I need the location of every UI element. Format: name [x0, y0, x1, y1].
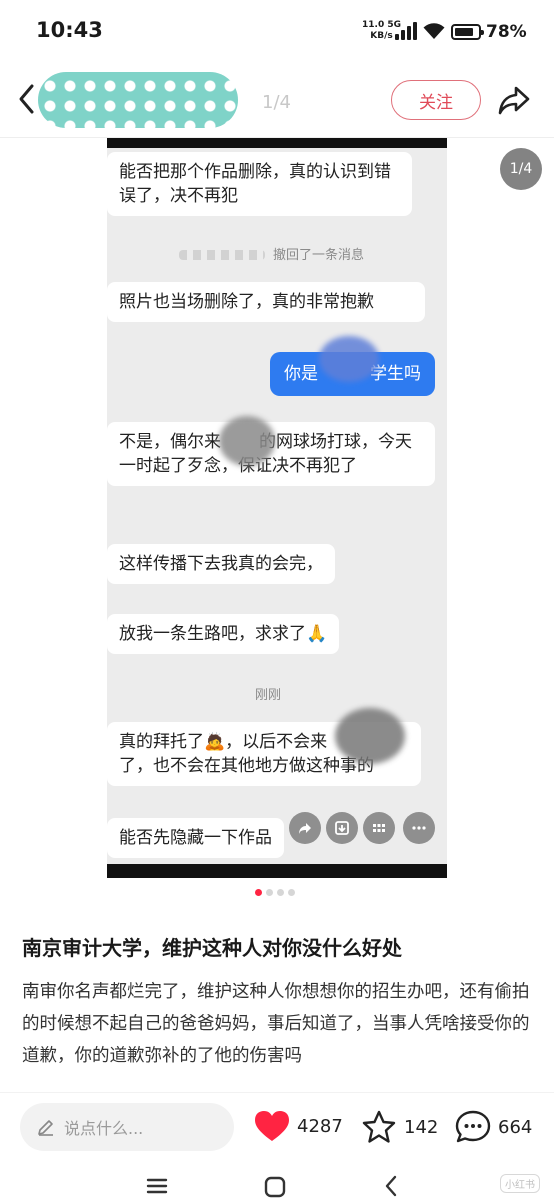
chat-bubble: 放我一条生路吧，求求了🙏: [107, 614, 340, 654]
signal-icon: [395, 22, 417, 40]
note-header: 1/4 关注: [0, 64, 554, 138]
time-label: 刚刚: [255, 688, 282, 703]
image-border-bottom: [107, 864, 447, 878]
forward-icon[interactable]: [289, 812, 321, 844]
watermark-logo: 小红书: [500, 1174, 540, 1193]
carousel-dots: [255, 889, 299, 897]
chat-bubble: 能否把那个作品删除，真的认识到错误了，决不再犯: [107, 152, 412, 216]
battery-percent: 78%: [486, 22, 527, 42]
redaction-scribble: [335, 708, 405, 764]
comment-placeholder: 说点什么...: [64, 1119, 144, 1138]
note-image[interactable]: 能否把那个作品删除，真的认识到错误了，决不再犯 撤回了一条消息 照片也当场删除了…: [107, 138, 447, 878]
like-count: 4287: [297, 1115, 343, 1137]
more-icon[interactable]: [403, 812, 435, 844]
back-icon[interactable]: [14, 82, 40, 116]
post-body: 南审你名声都烂完了，维护这种人你想想你的招生办吧，还有偷拍的时候想不起自己的爸爸…: [22, 982, 530, 1066]
carousel-dot: [266, 889, 273, 896]
star-icon: [362, 1110, 396, 1143]
like-button[interactable]: 4287: [253, 1109, 343, 1143]
menu-icon[interactable]: [146, 1176, 168, 1196]
recall-notice: 撤回了一条消息: [273, 248, 365, 263]
home-icon[interactable]: [264, 1176, 286, 1198]
favorite-count: 142: [404, 1116, 439, 1138]
status-bar: 10:43 11.0 5G KB/s 78%: [0, 0, 554, 64]
heart-icon: [255, 1111, 289, 1141]
carousel-dot: [277, 889, 284, 896]
post-title: 南京审计大学，维护这种人对你没什么好处: [22, 936, 402, 960]
page-indicator: 1/4: [262, 92, 291, 113]
comment-button[interactable]: 664: [454, 1109, 532, 1145]
pen-icon: [38, 1120, 53, 1136]
comment-icon: [455, 1110, 491, 1143]
comment-count: 664: [498, 1116, 533, 1138]
carousel-dot: [288, 889, 295, 896]
comment-input[interactable]: 说点什么...: [20, 1103, 234, 1151]
chat-bubble: 能否先隐藏一下作品: [107, 818, 284, 858]
author-info-redacted[interactable]: [38, 72, 238, 128]
back-nav-icon[interactable]: [382, 1174, 400, 1198]
system-nav-bar: 小红书: [0, 1162, 554, 1200]
chat-bubble: 照片也当场删除了，真的非常抱歉: [107, 282, 425, 322]
bottom-action-bar: 说点什么... 4287 142 664: [0, 1092, 554, 1162]
wifi-icon: [423, 23, 445, 39]
follow-button[interactable]: 关注: [391, 80, 481, 120]
redacted-name: [179, 250, 265, 260]
redaction-scribble: [219, 416, 275, 466]
favorite-button[interactable]: 142: [360, 1109, 438, 1145]
image-page-badge: 1/4: [500, 148, 542, 190]
grid-icon[interactable]: [363, 812, 395, 844]
status-time: 10:43: [36, 18, 103, 42]
carousel-dot-active: [255, 889, 262, 896]
image-border-top: [107, 138, 447, 148]
save-icon[interactable]: [326, 812, 358, 844]
redaction-scribble: [319, 336, 379, 382]
share-icon[interactable]: [496, 82, 532, 118]
chat-bubble: 这样传播下去我真的会完，: [107, 544, 335, 584]
battery-icon: [451, 24, 484, 40]
